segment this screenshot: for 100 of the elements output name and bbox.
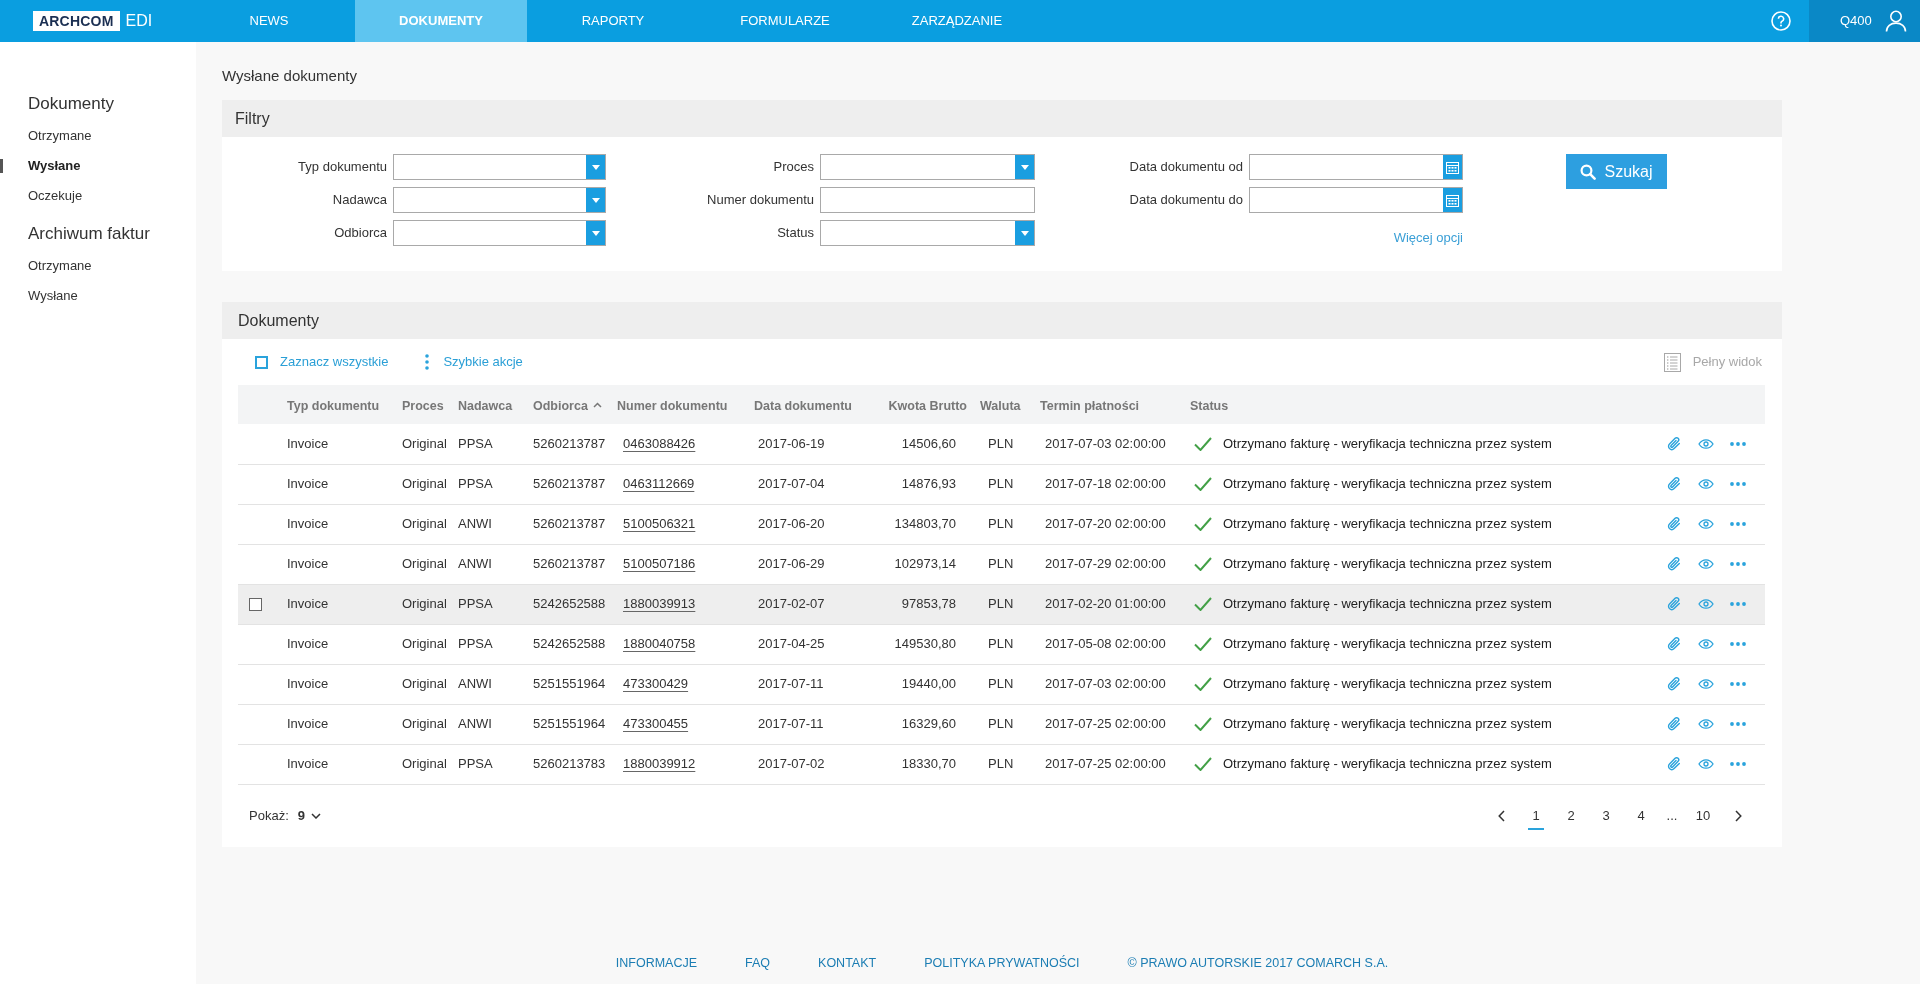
column-header[interactable]: Proces (402, 398, 444, 413)
table-cell: ANWI (458, 504, 533, 544)
dropdown-caret-icon[interactable] (586, 188, 605, 212)
document-number-link[interactable]: 0463112669 (623, 476, 695, 492)
table-cell: PLN (975, 624, 1040, 664)
column-header[interactable]: Odbiorca (533, 398, 588, 413)
nav-tab[interactable]: FORMULARZE (699, 0, 871, 42)
sidebar-heading: Archiwum faktur (27, 223, 151, 246)
column-header[interactable]: Kwota Brutto (888, 398, 967, 413)
column-header[interactable]: Data dokumentu (754, 398, 852, 413)
select-field[interactable] (393, 220, 606, 246)
document-number-link[interactable]: 5100506321 (623, 516, 696, 532)
document-number-link[interactable]: 0463088426 (623, 436, 696, 451)
document-number-link[interactable]: 473300455 (623, 716, 689, 732)
page-button[interactable]: 1 (1521, 800, 1551, 831)
table-cell: ANWI (458, 664, 533, 704)
document-number-link[interactable]: 5100507186 (623, 556, 696, 572)
column-header[interactable]: Typ dokumentu (287, 398, 380, 413)
table-cell: Original (402, 664, 458, 704)
table-cell: Original (402, 744, 458, 784)
document-number-link[interactable]: 473300429 (623, 676, 689, 692)
full-view-button: Pełny widok (1663, 352, 1762, 372)
dropdown-caret-icon[interactable] (586, 221, 605, 245)
column-header[interactable]: Waluta (980, 398, 1021, 413)
field-label: Nadawca (331, 191, 387, 210)
footer-link[interactable]: POLITYKA PRYWATNOŚCI (924, 954, 1080, 973)
chevron-right-icon (1734, 809, 1742, 822)
sidebar-item[interactable]: Otrzymane (0, 121, 196, 151)
checkbox[interactable] (249, 597, 262, 611)
page-button[interactable]: 10 (1688, 800, 1718, 831)
table-cell: PPSA (458, 584, 533, 624)
user-icon (1884, 10, 1907, 32)
quick-actions-button[interactable]: Szybkie akcje (425, 352, 523, 372)
nav-tab[interactable]: NEWS (183, 0, 355, 42)
dropdown-caret-icon[interactable] (586, 155, 605, 179)
table-cell: 2017-07-11 (754, 664, 860, 704)
footer-link[interactable]: FAQ (745, 954, 771, 973)
more-options-link[interactable]: Więcej opcji (1393, 228, 1463, 248)
column-header[interactable]: Nadawca (458, 398, 513, 413)
chevron-down-icon (311, 812, 321, 819)
footer-link[interactable]: INFORMACJE (615, 954, 698, 973)
document-number-link[interactable]: 1880039913 (623, 596, 696, 612)
sidebar-item[interactable]: Wysłane (0, 281, 196, 311)
table-cell: Invoice (287, 584, 402, 624)
sidebar-item[interactable]: Otrzymane (0, 251, 196, 281)
table-cell: 5242652588 (533, 624, 617, 664)
select-all-button[interactable]: Zaznacz wszystkie (255, 352, 389, 372)
list-document-icon (1663, 352, 1681, 372)
document-number-link[interactable]: 1880040758 (623, 636, 696, 652)
sort-up-icon[interactable] (592, 402, 602, 409)
table-cell: 97853,78 (860, 584, 975, 624)
search-button[interactable]: Szukaj (1566, 154, 1667, 189)
sidebar-item[interactable]: Wysłane (0, 151, 196, 181)
check-icon (1194, 637, 1212, 651)
field-label: Typ dokumentu (297, 158, 387, 177)
user-menu-button[interactable]: Q400 (1809, 0, 1920, 42)
page-button[interactable]: 2 (1556, 800, 1586, 831)
text-field[interactable] (820, 187, 1035, 213)
table-cell: 2017-07-03 02:00:00 (1040, 664, 1190, 704)
checkbox[interactable] (255, 355, 268, 369)
table-cell: PPSA (458, 744, 533, 784)
table-cell: PLN (975, 424, 1040, 464)
table-cell: Invoice (287, 504, 402, 544)
dropdown-caret-icon[interactable] (1015, 221, 1034, 245)
status-text: Otrzymano fakturę - weryfikacja techniczna przez system (1223, 595, 1552, 614)
column-header[interactable]: Numer dokumentu (617, 398, 728, 413)
search-icon (1580, 163, 1597, 180)
column-header[interactable]: Termin płatności (1040, 398, 1140, 413)
nav-tab[interactable]: ZARZĄDZANIE (871, 0, 1043, 42)
table-cell: 19440,00 (860, 664, 975, 704)
page-size-select[interactable]: 9 (297, 805, 321, 826)
calendar-icon[interactable] (1443, 155, 1462, 179)
sidebar-item[interactable]: Oczekuje (0, 181, 196, 211)
table-cell: Original (402, 424, 458, 464)
table-cell: 2017-07-11 (754, 704, 860, 744)
table-cell: 2017-05-08 02:00:00 (1040, 624, 1190, 664)
status-text: Otrzymano fakturę - weryfikacja techniczna przez system (1223, 635, 1552, 654)
table-cell: 5260213787 (533, 464, 617, 504)
field-label: Status (776, 224, 814, 243)
nav-tab[interactable]: RAPORTY (527, 0, 699, 42)
page-button[interactable]: 4 (1626, 800, 1656, 831)
select-field[interactable] (393, 154, 606, 180)
table-cell: Invoice (287, 744, 402, 784)
logo-wordmark: ARCHCOM (33, 11, 120, 31)
select-field[interactable] (820, 154, 1035, 180)
footer-link[interactable]: KONTAKT (818, 954, 877, 973)
date-field[interactable] (1249, 154, 1463, 180)
page-button[interactable]: 3 (1591, 800, 1621, 831)
select-field[interactable] (820, 220, 1035, 246)
dropdown-caret-icon[interactable] (1015, 155, 1034, 179)
table-cell: 2017-04-25 (754, 624, 860, 664)
document-number-link[interactable]: 1880039912 (623, 756, 696, 772)
table-cell: 2017-07-25 02:00:00 (1040, 744, 1190, 784)
table-cell: 2017-06-29 (754, 544, 860, 584)
select-field[interactable] (393, 187, 606, 213)
table-cell: PLN (975, 584, 1040, 624)
table-cell: 5260213787 (533, 504, 617, 544)
calendar-icon[interactable] (1443, 188, 1462, 212)
column-header[interactable]: Status (1190, 398, 1229, 413)
date-field[interactable] (1249, 187, 1463, 213)
